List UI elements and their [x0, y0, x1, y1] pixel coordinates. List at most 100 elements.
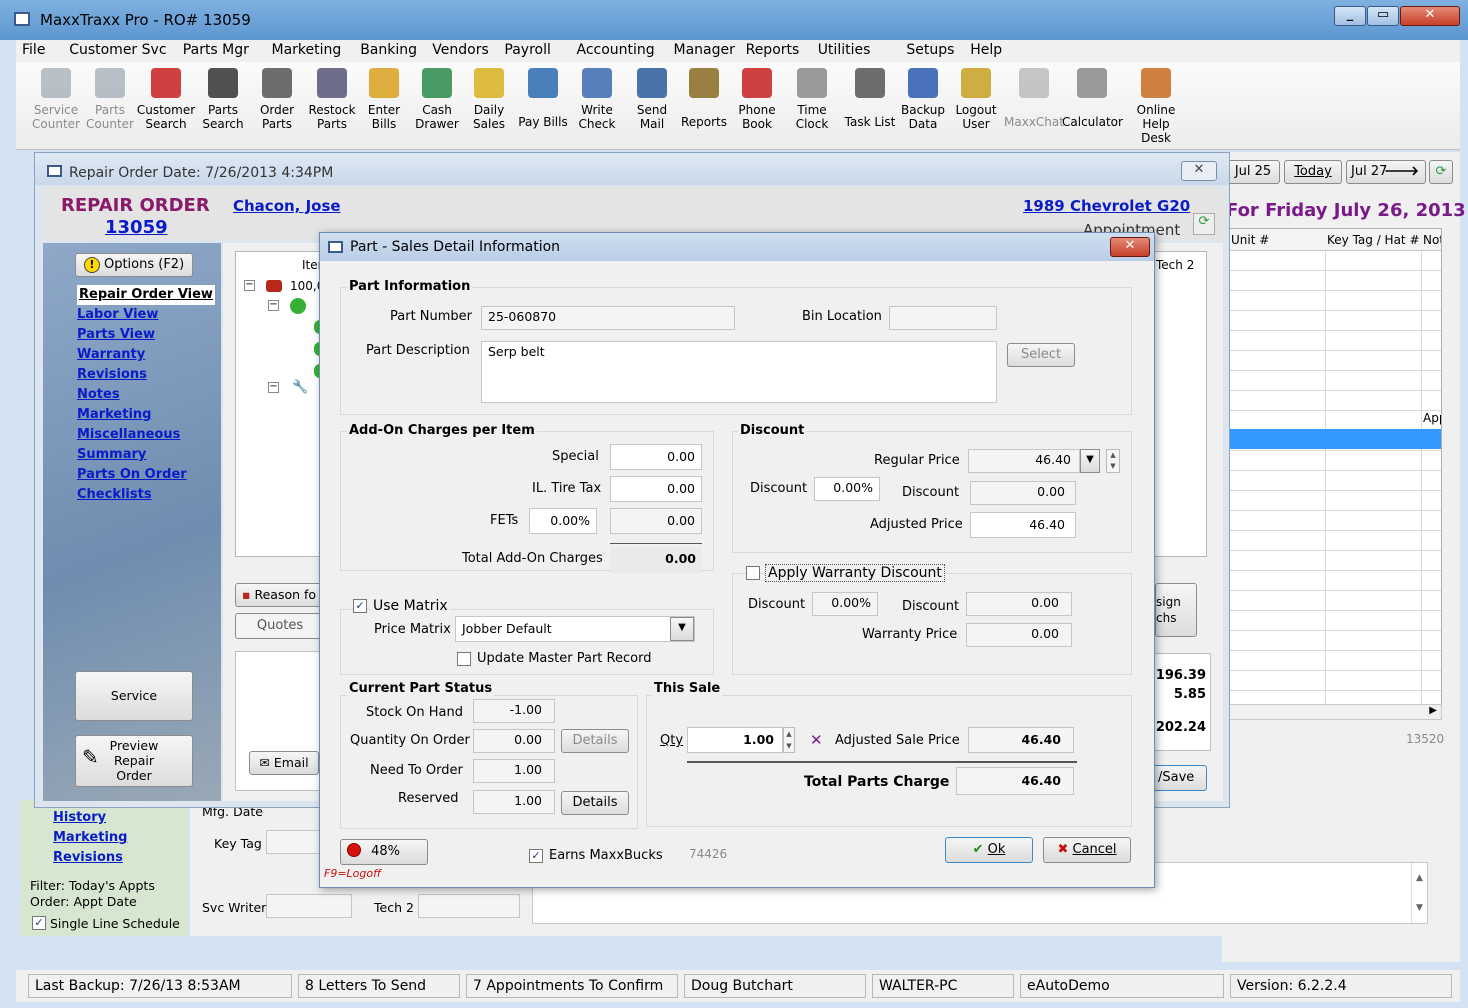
ro-close-button[interactable]: ✕: [1181, 161, 1217, 181]
schedule-row[interactable]: [1229, 631, 1441, 651]
menu-setups[interactable]: Setups: [906, 42, 954, 58]
warranty-checkbox[interactable]: [746, 566, 760, 580]
reason-button[interactable]: ▪ Reason fo: [235, 583, 325, 607]
customer-search-button[interactable]: Customer Search: [136, 68, 196, 131]
tech2-field[interactable]: [418, 894, 520, 918]
bg-nav-marketing[interactable]: Marketing: [53, 828, 127, 848]
parts-counter-button[interactable]: Parts Counter: [80, 68, 140, 131]
refresh-appt-button[interactable]: ⟳: [1193, 213, 1215, 235]
preview-ro-button[interactable]: ✎ Preview Repair Order: [75, 735, 193, 787]
menu-banking[interactable]: Banking: [360, 42, 417, 58]
schedule-row[interactable]: [1229, 411, 1441, 431]
email-button[interactable]: ✉ Email: [249, 751, 319, 775]
adjusted-price-field[interactable]: 46.40: [970, 512, 1076, 538]
details-button[interactable]: Details: [561, 791, 629, 815]
assign-techs-button[interactable]: sign chs: [1155, 583, 1197, 637]
discount-pct-field[interactable]: 0.00%: [814, 477, 880, 501]
menu-reports[interactable]: Reports: [746, 42, 800, 58]
quotes-tab[interactable]: Quotes: [235, 613, 325, 639]
menu-help[interactable]: Help: [970, 42, 1002, 58]
menu-payroll[interactable]: Payroll: [504, 42, 550, 58]
ro-nav-parts-view[interactable]: Parts View: [77, 325, 215, 345]
menu-parts-mgr[interactable]: Parts Mgr: [183, 42, 249, 58]
schedule-row[interactable]: [1229, 651, 1441, 671]
ro-nav-warranty[interactable]: Warranty: [77, 345, 215, 365]
options-button[interactable]: ! Options (F2): [75, 253, 193, 277]
calculator-button[interactable]: Calculator: [1062, 68, 1123, 129]
qty-field[interactable]: 1.00: [687, 727, 783, 753]
cash-drawer-button[interactable]: Cash Drawer: [407, 68, 467, 131]
schedule-row[interactable]: [1229, 611, 1441, 631]
part-number-field[interactable]: 25-060870: [481, 306, 735, 330]
percent-button[interactable]: 48%: [340, 839, 428, 865]
menu-vendors[interactable]: Vendors: [432, 42, 488, 58]
tree-expand-3[interactable]: −: [268, 382, 279, 393]
save-button[interactable]: /Save: [1151, 765, 1207, 791]
dialog-close-button[interactable]: ✕: [1110, 237, 1150, 257]
single-line-checkbox[interactable]: ✓: [32, 916, 46, 930]
bin-location-field[interactable]: [889, 306, 997, 330]
use-matrix-label[interactable]: Use Matrix: [371, 598, 450, 614]
qty-spinner[interactable]: ▲ ▼: [783, 727, 795, 753]
selected-row[interactable]: [1229, 429, 1441, 449]
schedule-row[interactable]: [1229, 271, 1441, 291]
bg-nav-revisions[interactable]: Revisions: [53, 848, 127, 868]
schedule-row[interactable]: [1229, 291, 1441, 311]
menu-customer-svc[interactable]: Customer Svc: [69, 42, 166, 58]
schedule-row[interactable]: [1229, 571, 1441, 591]
regular-price-field[interactable]: 46.40: [968, 449, 1080, 473]
send-mail-button[interactable]: Send Mail: [622, 68, 682, 131]
ro-nav-marketing[interactable]: Marketing: [77, 405, 215, 425]
service-counter-button[interactable]: Service Counter: [26, 68, 86, 131]
earns-maxxbucks-checkbox[interactable]: ✓: [529, 849, 543, 863]
schedule-row[interactable]: [1229, 491, 1441, 511]
backup-data-button[interactable]: Backup Data: [893, 68, 953, 131]
ro-nav-revisions[interactable]: Revisions: [77, 365, 215, 385]
logout-user-button[interactable]: Logout User: [946, 68, 1006, 131]
ro-nav-labor-view[interactable]: Labor View: [77, 305, 215, 325]
schedule-row[interactable]: [1229, 471, 1441, 491]
reports-button[interactable]: Reports: [674, 68, 734, 129]
schedule-row[interactable]: [1229, 531, 1441, 551]
tree-expand-1[interactable]: −: [244, 280, 255, 291]
schedule-row[interactable]: [1229, 251, 1441, 271]
fets-percent-field[interactable]: 0.00%: [529, 508, 597, 534]
close-button[interactable]: ✕: [1400, 6, 1460, 26]
schedule-row[interactable]: [1229, 511, 1441, 531]
daily-sales-button[interactable]: Daily Sales: [459, 68, 519, 131]
customer-link[interactable]: Chacon, Jose: [233, 197, 341, 215]
time-clock-button[interactable]: Time Clock: [782, 68, 842, 131]
ro-nav-checklists[interactable]: Checklists: [77, 485, 215, 505]
part-description-field[interactable]: Serp belt: [481, 341, 997, 403]
schedule-row[interactable]: [1229, 331, 1441, 351]
enter-bills-button[interactable]: Enter Bills: [354, 68, 414, 131]
ro-nav-notes[interactable]: Notes: [77, 385, 215, 405]
special-field[interactable]: 0.00: [610, 444, 702, 470]
schedule-row[interactable]: [1229, 371, 1441, 391]
svc-writer-field[interactable]: [266, 894, 352, 918]
ro-nav-parts-on-order[interactable]: Parts On Order: [77, 465, 215, 485]
maxxchat-button[interactable]: MaxxChat: [1004, 68, 1064, 129]
schedule-row[interactable]: [1229, 311, 1441, 331]
use-matrix-checkbox[interactable]: ✓: [353, 599, 367, 613]
bg-nav-history[interactable]: History: [53, 808, 127, 828]
next-day-button[interactable]: Jul 27 🡒: [1346, 160, 1426, 184]
ro-nav-miscellaneous[interactable]: Miscellaneous: [77, 425, 215, 445]
schedule-row[interactable]: [1229, 451, 1441, 471]
parts-search-button[interactable]: Parts Search: [193, 68, 253, 131]
schedule-row[interactable]: [1229, 551, 1441, 571]
vehicle-link[interactable]: 1989 Chevrolet G20: [1023, 197, 1190, 215]
tire-tax-field[interactable]: 0.00: [610, 476, 702, 502]
tree-expand-2[interactable]: −: [268, 300, 279, 311]
grid-hscroll[interactable]: ▶: [1228, 704, 1442, 720]
warranty-checkbox-label[interactable]: Apply Warranty Discount: [765, 564, 945, 582]
update-master-checkbox[interactable]: [457, 652, 471, 666]
service-intelligence-button[interactable]: Service Intelligence: [75, 671, 193, 751]
ro-number[interactable]: 13059: [105, 217, 168, 238]
ro-nav-repair-order-view[interactable]: Repair Order View: [77, 285, 215, 305]
menu-accounting[interactable]: Accounting: [577, 42, 655, 58]
order-parts-button[interactable]: Order Parts: [247, 68, 307, 131]
menu-utilities[interactable]: Utilities: [818, 42, 871, 58]
price-matrix-select[interactable]: Jobber Default: [455, 616, 695, 642]
pay-bills-button[interactable]: Pay Bills: [513, 68, 573, 129]
